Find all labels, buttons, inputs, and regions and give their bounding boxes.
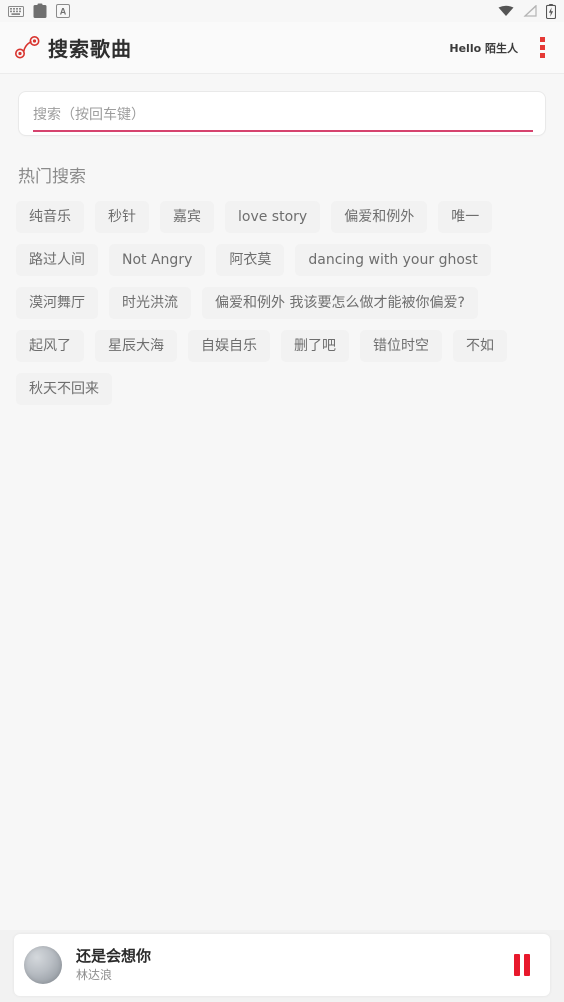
mini-player[interactable]: 还是会想你 林达浪 (14, 934, 550, 996)
page-title: 搜索歌曲 (48, 37, 132, 61)
search-input[interactable] (19, 94, 545, 135)
battery-charging-icon (546, 3, 556, 19)
hot-search-tag[interactable]: 错位时空 (360, 330, 442, 362)
album-cover (24, 946, 62, 984)
hot-search-tag[interactable]: 自娱自乐 (188, 330, 270, 362)
hot-search-tag[interactable]: love story (225, 201, 321, 233)
user-greeting: Hello 陌生人 (449, 41, 518, 55)
app-header: 搜索歌曲 Hello 陌生人 (0, 22, 564, 74)
hot-search-tag[interactable]: 秒针 (95, 201, 149, 233)
hot-search-tag[interactable]: Not Angry (109, 244, 206, 276)
hot-search-tag[interactable]: 删了吧 (281, 330, 349, 362)
hot-search-tag[interactable]: 路过人间 (16, 244, 98, 276)
player-bar-container: 还是会想你 林达浪 (0, 930, 564, 1002)
search-card[interactable] (18, 91, 546, 136)
keyboard-icon (8, 5, 24, 17)
hot-search-tag[interactable]: 秋天不回来 (16, 373, 112, 405)
wifi-icon (498, 5, 514, 17)
track-title: 还是会想你 (76, 947, 152, 966)
header-right-group: Hello 陌生人 (449, 37, 550, 59)
hot-search-tag[interactable]: 漠河舞厅 (16, 287, 98, 319)
no-signal-icon (523, 5, 537, 17)
hot-search-tag[interactable]: 不如 (453, 330, 507, 362)
hot-search-tag[interactable]: dancing with your ghost (295, 244, 491, 276)
hot-search-tag[interactable]: 阿衣莫 (216, 244, 285, 276)
hot-search-tag[interactable]: 纯音乐 (16, 201, 84, 233)
hot-search-tag[interactable]: 偏爱和例外 (331, 201, 428, 233)
status-bar-left: A (8, 3, 70, 19)
hot-search-tag[interactable]: 嘉宾 (160, 201, 214, 233)
pause-icon[interactable] (508, 948, 536, 982)
page-content: 热门搜索 纯音乐 秒针 嘉宾 love story 偏爱和例外 唯一 路过人间 … (0, 91, 564, 405)
clipboard-icon (33, 3, 47, 19)
status-bar: A (0, 0, 564, 22)
track-artist: 林达浪 (76, 967, 113, 982)
more-vertical-icon[interactable] (534, 37, 550, 59)
hot-search-tag[interactable]: 星辰大海 (95, 330, 177, 362)
hot-search-tag[interactable]: 唯一 (438, 201, 493, 233)
track-meta: 还是会想你 林达浪 (76, 948, 151, 982)
hot-search-tag-cloud: 纯音乐 秒针 嘉宾 love story 偏爱和例外 唯一 路过人间 Not A… (16, 201, 548, 405)
input-method-a-icon: A (56, 4, 70, 18)
hot-search-tag[interactable]: 偏爱和例外 我该要怎么做才能被你偏爱? (202, 287, 478, 319)
music-note-logo-icon (10, 31, 46, 65)
hot-search-tag[interactable]: 起风了 (16, 330, 84, 362)
hot-search-tag[interactable]: 时光洪流 (109, 287, 191, 319)
svg-text:A: A (60, 7, 67, 17)
hot-search-title: 热门搜索 (18, 167, 86, 187)
search-underline (33, 130, 533, 132)
status-bar-right (498, 3, 556, 19)
